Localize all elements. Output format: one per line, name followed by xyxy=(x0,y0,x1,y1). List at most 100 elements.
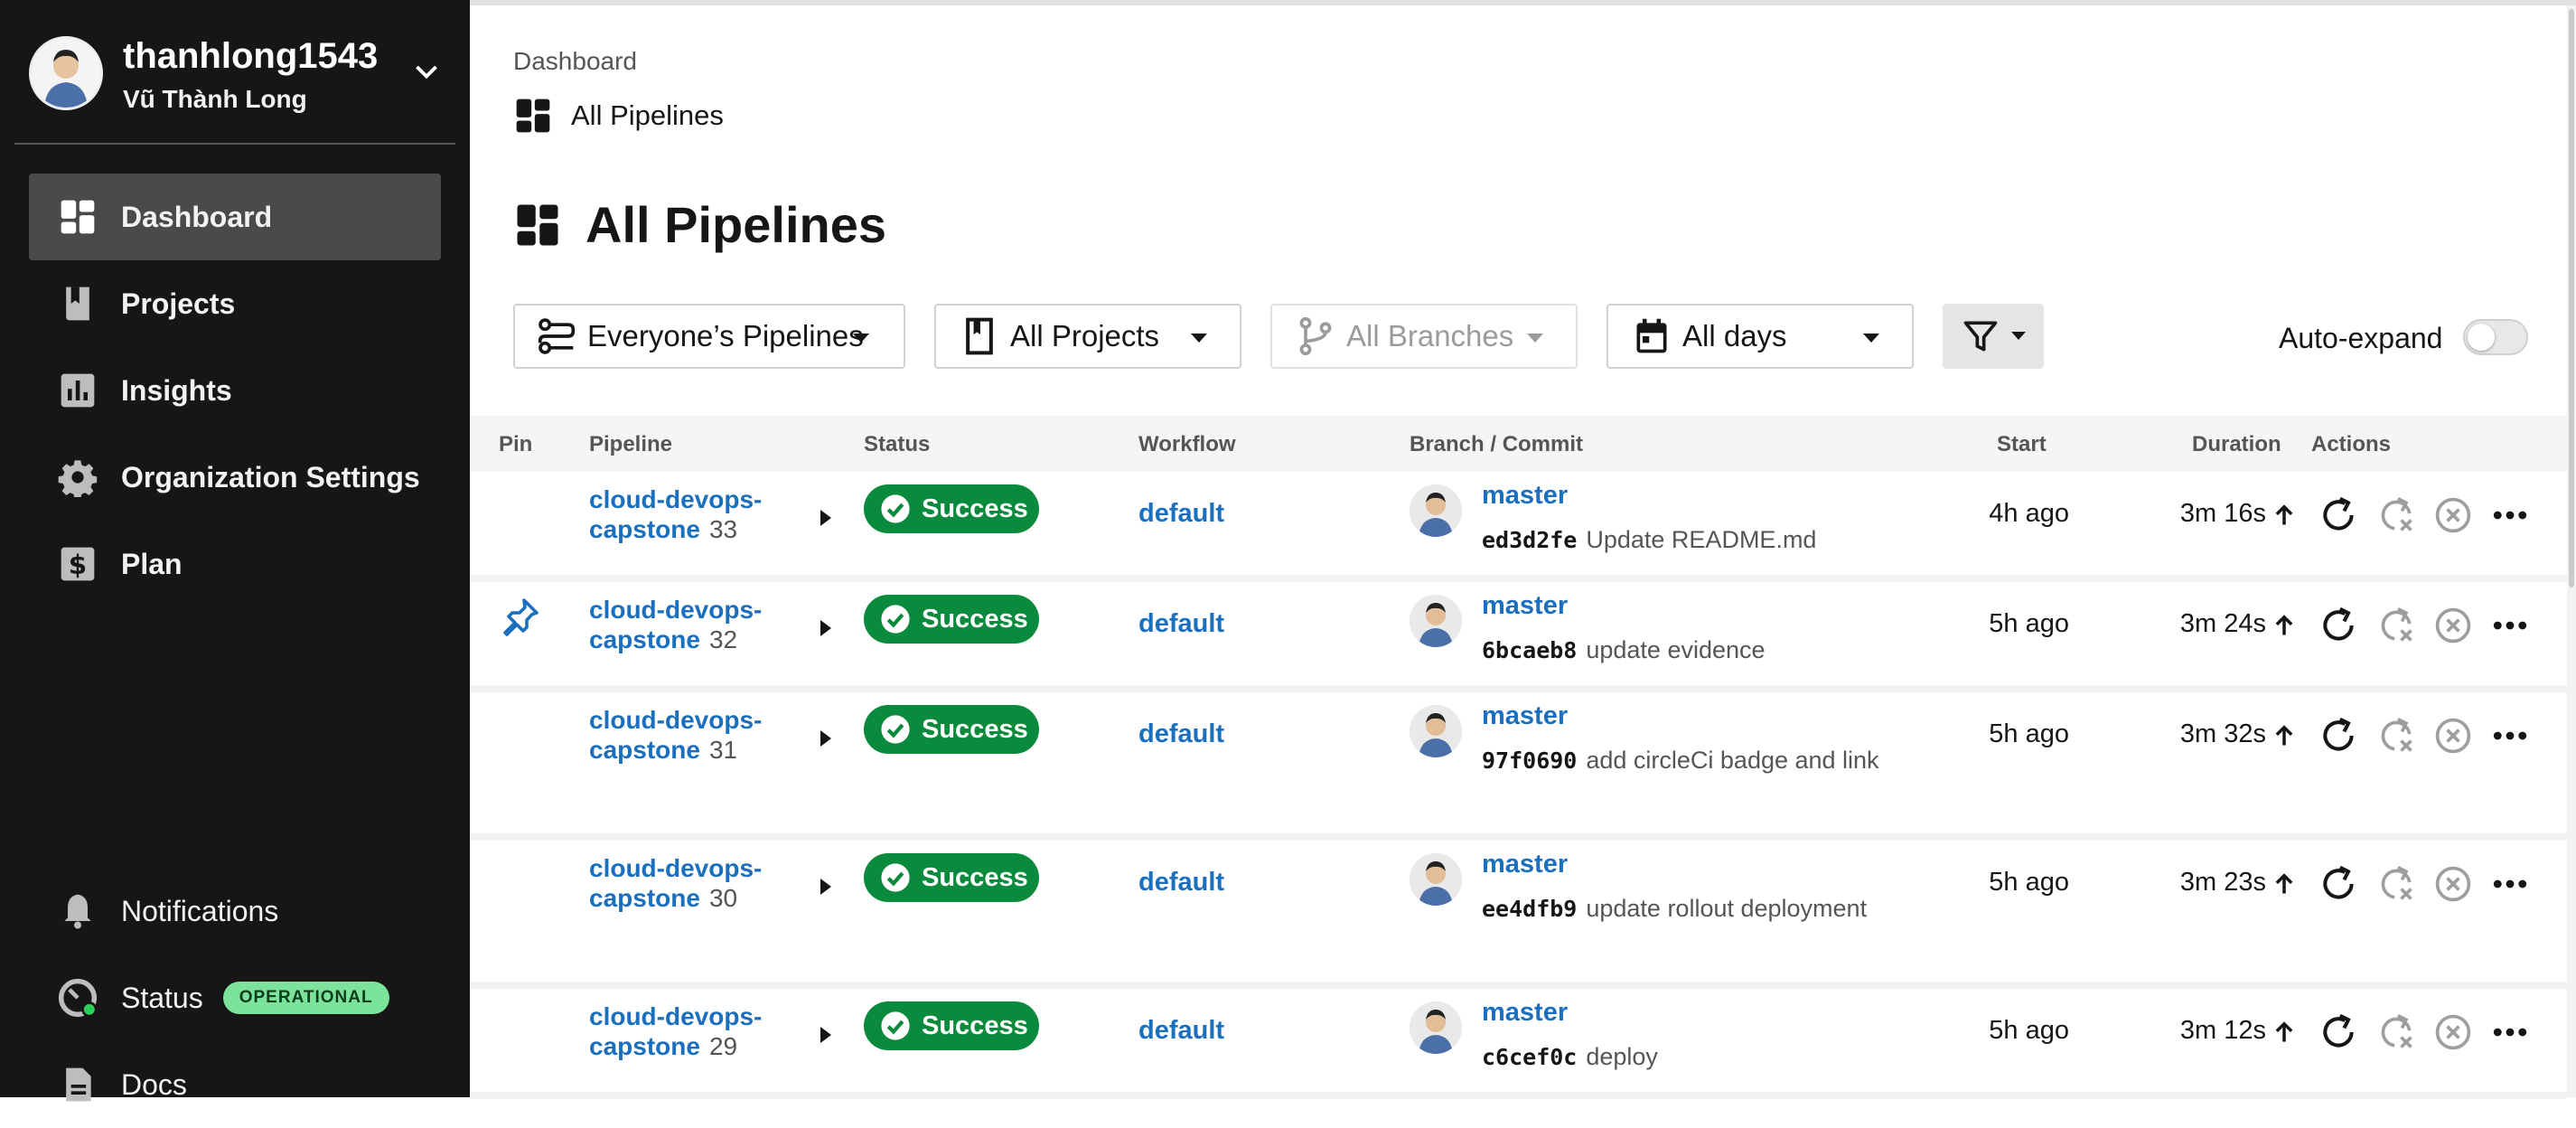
pin-cell[interactable] xyxy=(499,1001,542,1045)
commit-info[interactable]: c6cef0c deploy xyxy=(1482,1038,1888,1076)
table-row[interactable]: cloud-devops- capstone 30 Success default… xyxy=(470,841,2567,989)
rerun-failed-icon[interactable] xyxy=(2376,495,2416,535)
commit-info[interactable]: 97f0690 add circleCi badge and link xyxy=(1482,741,1888,780)
table-row[interactable]: cloud-devops- capstone 32 Success default… xyxy=(470,582,2567,692)
commit-sha[interactable]: 97f0690 xyxy=(1482,747,1577,774)
pipeline-project-link[interactable]: cloud-devops- capstone 30 xyxy=(589,853,762,913)
pipeline-number[interactable]: 31 xyxy=(709,736,737,764)
pin-icon[interactable] xyxy=(499,595,542,638)
projects-filter-dropdown[interactable]: All Projects xyxy=(934,304,1241,369)
status-badge[interactable]: Success xyxy=(864,595,1039,644)
branch-link[interactable]: master xyxy=(1482,850,1568,879)
sidebar-item-projects[interactable]: Projects xyxy=(29,260,441,347)
scrollbar[interactable] xyxy=(2567,5,2576,1097)
rerun-failed-icon[interactable] xyxy=(2376,864,2416,904)
expand-row-icon[interactable] xyxy=(820,730,831,747)
project-name-line1[interactable]: cloud-devops- xyxy=(589,705,762,735)
workflow-link[interactable]: default xyxy=(1138,868,1224,898)
table-row[interactable]: cloud-devops- capstone 33 Success default… xyxy=(470,472,2567,582)
sidebar-item-insights[interactable]: Insights xyxy=(29,347,441,434)
pipeline-number[interactable]: 33 xyxy=(709,515,737,543)
pipeline-number[interactable]: 29 xyxy=(709,1032,737,1060)
branch-link[interactable]: master xyxy=(1482,591,1568,621)
commit-sha[interactable]: 6bcaeb8 xyxy=(1482,637,1577,663)
cancel-icon[interactable] xyxy=(2433,716,2473,756)
commit-sha[interactable]: c6cef0c xyxy=(1482,1044,1577,1070)
sidebar-item-status[interactable]: Status OPERATIONAL xyxy=(29,954,441,1041)
commit-info[interactable]: ee4dfb9 update rollout deployment xyxy=(1482,889,1888,928)
days-filter-dropdown[interactable]: All days xyxy=(1606,304,1914,369)
status-badge[interactable]: Success xyxy=(864,484,1039,533)
status-badge[interactable]: Success xyxy=(864,853,1039,902)
rerun-failed-icon[interactable] xyxy=(2376,606,2416,645)
pin-cell[interactable] xyxy=(499,705,542,748)
more-options-icon[interactable] xyxy=(2490,716,2530,756)
pin-cell[interactable] xyxy=(499,853,542,897)
advanced-filter-button[interactable] xyxy=(1943,304,2044,369)
more-options-icon[interactable] xyxy=(2490,1012,2530,1052)
rerun-icon[interactable] xyxy=(2318,1012,2358,1052)
chevron-down-icon[interactable] xyxy=(410,56,443,89)
rerun-failed-icon[interactable] xyxy=(2376,716,2416,756)
pipeline-project-link[interactable]: cloud-devops- capstone 31 xyxy=(589,705,762,765)
expand-row-icon[interactable] xyxy=(820,879,831,895)
pipeline-project-link[interactable]: cloud-devops- capstone 32 xyxy=(589,595,762,654)
pipeline-project-link[interactable]: cloud-devops- capstone 29 xyxy=(589,1001,762,1061)
commit-sha[interactable]: ee4dfb9 xyxy=(1482,896,1577,922)
pin-cell[interactable] xyxy=(499,595,542,638)
project-name-line1[interactable]: cloud-devops- xyxy=(589,484,762,514)
scrollbar-thumb[interactable] xyxy=(2569,9,2574,588)
rerun-icon[interactable] xyxy=(2318,495,2358,535)
branch-link[interactable]: master xyxy=(1482,998,1568,1028)
rerun-icon[interactable] xyxy=(2318,606,2358,645)
rerun-failed-icon[interactable] xyxy=(2376,1012,2416,1052)
table-row[interactable]: cloud-devops- capstone 31 Success default… xyxy=(470,692,2567,841)
commit-info[interactable]: ed3d2fe Update README.md xyxy=(1482,521,1888,559)
sidebar-item-notifications[interactable]: Notifications xyxy=(29,868,441,954)
sidebar-item-docs[interactable]: Docs xyxy=(29,1041,441,1128)
pipelines-filter-dropdown[interactable]: Everyone’s Pipelines xyxy=(513,304,905,369)
more-options-icon[interactable] xyxy=(2490,864,2530,904)
project-name-line2[interactable]: capstone xyxy=(589,1032,700,1060)
workflow-link[interactable]: default xyxy=(1138,609,1224,639)
project-name-line2[interactable]: capstone xyxy=(589,515,700,543)
status-badge[interactable]: Success xyxy=(864,1001,1039,1050)
more-options-icon[interactable] xyxy=(2490,495,2530,535)
pipeline-project-link[interactable]: cloud-devops- capstone 33 xyxy=(589,484,762,544)
workflow-link[interactable]: default xyxy=(1138,1016,1224,1046)
commit-info[interactable]: 6bcaeb8 update evidence xyxy=(1482,631,1888,670)
pipeline-number[interactable]: 32 xyxy=(709,625,737,653)
pin-cell[interactable] xyxy=(499,484,542,528)
project-name-line1[interactable]: cloud-devops- xyxy=(589,1001,762,1031)
user-switcher[interactable]: thanhlong1543 Vũ Thành Long xyxy=(29,36,454,118)
workflow-link[interactable]: default xyxy=(1138,499,1224,529)
cancel-icon[interactable] xyxy=(2433,864,2473,904)
cancel-icon[interactable] xyxy=(2433,1012,2473,1052)
sidebar-item-plan[interactable]: $ Plan xyxy=(29,521,441,607)
expand-row-icon[interactable] xyxy=(820,510,831,526)
breadcrumb[interactable]: Dashboard xyxy=(513,47,637,76)
workflow-link[interactable]: default xyxy=(1138,719,1224,749)
project-name-line1[interactable]: cloud-devops- xyxy=(589,853,762,883)
project-name-line2[interactable]: capstone xyxy=(589,625,700,653)
expand-row-icon[interactable] xyxy=(820,1027,831,1043)
project-name-line2[interactable]: capstone xyxy=(589,736,700,764)
expand-row-icon[interactable] xyxy=(820,620,831,636)
rerun-icon[interactable] xyxy=(2318,716,2358,756)
branch-link[interactable]: master xyxy=(1482,481,1568,511)
auto-expand-toggle[interactable] xyxy=(2463,319,2528,355)
rerun-icon[interactable] xyxy=(2318,864,2358,904)
commit-sha[interactable]: ed3d2fe xyxy=(1482,527,1577,553)
project-name-line1[interactable]: cloud-devops- xyxy=(589,595,762,625)
sidebar-item-dashboard[interactable]: Dashboard xyxy=(29,174,441,260)
sidebar-item-organization-settings[interactable]: Organization Settings xyxy=(29,434,441,521)
cancel-icon[interactable] xyxy=(2433,495,2473,535)
status-badge[interactable]: Success xyxy=(864,705,1039,754)
pipeline-number[interactable]: 30 xyxy=(709,884,737,912)
branches-filter-dropdown[interactable]: All Branches xyxy=(1270,304,1578,369)
cancel-icon[interactable] xyxy=(2433,606,2473,645)
branch-link[interactable]: master xyxy=(1482,701,1568,731)
table-row[interactable]: cloud-devops- capstone 29 Success default… xyxy=(470,989,2567,1099)
more-options-icon[interactable] xyxy=(2490,606,2530,645)
project-name-line2[interactable]: capstone xyxy=(589,884,700,912)
